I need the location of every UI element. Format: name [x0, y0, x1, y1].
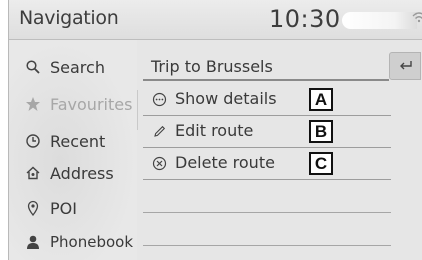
edit-route-button[interactable]: Edit route B	[143, 116, 391, 148]
row-divider	[143, 179, 391, 180]
sidebar-item-label: Phonebook	[50, 233, 134, 251]
clock: 10:30	[269, 5, 341, 33]
show-details-label: Show details	[175, 89, 277, 108]
callout-b: B	[309, 120, 333, 143]
sidebar-item-poi[interactable]: POI	[9, 193, 137, 223]
sidebar-item-address[interactable]: Address	[9, 158, 137, 188]
delete-route-button[interactable]: Delete route C	[143, 148, 391, 180]
sidebar-item-search[interactable]: Search	[9, 52, 137, 82]
sidebar-item-label: Search	[50, 57, 105, 77]
search-icon	[26, 60, 40, 74]
back-button[interactable]	[389, 52, 421, 80]
sidebar-item-label: Address	[50, 163, 114, 183]
title-underline	[143, 79, 389, 81]
return-arrow-icon	[400, 61, 412, 70]
sidebar-item-label: POI	[50, 198, 77, 218]
status-bar	[342, 12, 417, 29]
sidebar-item-recent[interactable]: Recent	[9, 126, 137, 156]
empty-row-divider	[143, 245, 391, 246]
callout-c: C	[309, 152, 333, 175]
sidebar-item-label: Recent	[50, 131, 106, 151]
nav-screen: Navigation 10:30 Search Favourites Recen…	[8, 0, 422, 260]
edit-route-label: Edit route	[175, 121, 254, 140]
header-bar: Navigation 10:30	[9, 0, 422, 40]
sidebar-divider	[137, 90, 138, 130]
sidebar-item-label: Favourites	[50, 94, 133, 114]
x-circle-icon	[152, 156, 167, 171]
wifi-icon	[412, 12, 422, 23]
star-icon	[26, 97, 40, 111]
trip-panel: Trip to Brussels Show details A Edit rou…	[143, 40, 422, 260]
delete-route-label: Delete route	[175, 153, 275, 172]
clock-icon	[26, 134, 40, 148]
ellipsis-circle-icon	[152, 92, 167, 107]
person-icon	[27, 235, 39, 249]
house-icon	[26, 166, 40, 180]
sidebar: Search Favourites Recent Address POI Pho…	[9, 40, 138, 260]
page-title: Navigation	[19, 7, 119, 29]
pencil-icon	[154, 125, 166, 137]
sidebar-item-favourites[interactable]: Favourites	[9, 89, 137, 119]
trip-title: Trip to Brussels	[151, 57, 273, 76]
location-pin-icon	[27, 200, 39, 216]
callout-a: A	[309, 88, 333, 111]
sidebar-item-phonebook[interactable]: Phonebook	[9, 227, 137, 257]
show-details-button[interactable]: Show details A	[143, 84, 391, 116]
empty-row-divider	[143, 212, 391, 213]
